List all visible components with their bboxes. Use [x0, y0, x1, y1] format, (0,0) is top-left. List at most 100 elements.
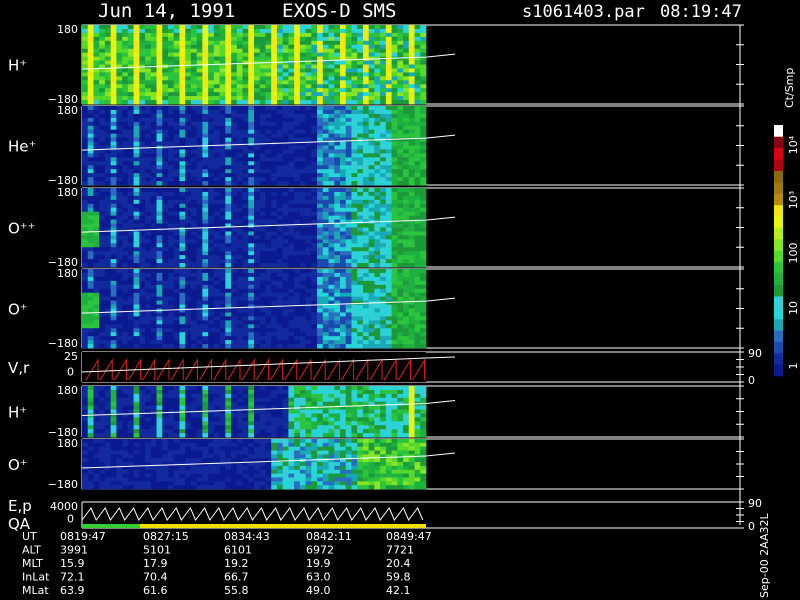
heatmap-cell — [202, 125, 209, 131]
heatmap-cell — [133, 52, 140, 57]
heatmap-cell — [362, 68, 370, 73]
heatmap-cell — [225, 288, 232, 294]
heatmap-cell — [116, 405, 123, 410]
heatmap-cell — [248, 312, 255, 317]
heatmap-cell — [328, 203, 335, 209]
heatmap-cell — [414, 36, 421, 42]
heatmap-cell — [294, 68, 301, 73]
heatmap-cell — [340, 161, 347, 166]
heatmap-cell — [162, 161, 169, 166]
heatmap-cell — [150, 40, 157, 46]
heatmap-cell — [208, 344, 215, 349]
heatmap-cell — [340, 191, 347, 197]
heatmap-cell — [271, 52, 278, 57]
heatmap-cell — [368, 195, 375, 201]
heatmap-cell — [122, 52, 129, 57]
heatmap-cell — [168, 106, 175, 111]
heatmap-cell — [254, 113, 261, 119]
heatmap-cell — [340, 145, 347, 150]
heatmap-cell — [362, 195, 370, 201]
heatmap-cell — [93, 52, 100, 57]
heatmap-cell — [196, 36, 203, 42]
heatmap-cell — [368, 332, 375, 337]
heatmap-cell — [259, 235, 266, 240]
heatmap-cell — [173, 296, 180, 301]
heatmap-cell — [150, 336, 157, 341]
heatmap-cell — [380, 272, 387, 278]
heatmap-cell — [362, 332, 370, 337]
heatmap-cell — [305, 25, 312, 30]
heatmap-cell — [271, 100, 278, 105]
heatmap-cell — [127, 88, 134, 93]
heatmap-cell — [104, 125, 112, 131]
heatmap-cell — [408, 100, 415, 105]
heatmap-cell — [99, 36, 106, 42]
heatmap-cell — [391, 203, 398, 209]
heatmap-cell — [351, 223, 358, 228]
heatmap-cell — [345, 92, 352, 97]
heatmap-cell — [150, 88, 157, 93]
heatmap-cell — [288, 292, 295, 298]
heatmap-cell — [225, 80, 232, 85]
heatmap-cell — [122, 199, 129, 205]
heatmap-cell — [190, 28, 198, 34]
heatmap-cell — [345, 320, 352, 325]
heatmap-cell — [385, 153, 392, 158]
heatmap-cell — [179, 203, 186, 209]
heatmap-cell — [133, 211, 140, 217]
heatmap-cell — [391, 121, 398, 127]
heatmap-cell — [179, 312, 186, 317]
heatmap-cell — [317, 259, 324, 264]
heatmap-cell — [391, 109, 398, 115]
heatmap-cell — [276, 203, 284, 209]
heatmap-cell — [288, 44, 295, 50]
heatmap-cell — [391, 259, 398, 264]
heatmap-cell — [288, 243, 295, 248]
heatmap-cell — [345, 284, 352, 290]
heatmap-cell — [340, 340, 347, 345]
heatmap-cell — [179, 215, 186, 220]
heatmap-cell — [104, 292, 112, 298]
heatmap-cell — [185, 80, 192, 85]
heatmap-cell — [231, 129, 238, 135]
heatmap-cell — [145, 28, 152, 34]
heatmap-cell — [150, 48, 157, 54]
heatmap-cell — [299, 96, 306, 101]
heatmap-cell — [145, 76, 152, 81]
heatmap-cell — [328, 276, 335, 282]
heatmap-cell — [391, 157, 398, 162]
heatmap-cell — [299, 191, 306, 197]
heatmap-cell — [403, 92, 410, 97]
heatmap-cell — [248, 68, 255, 73]
heatmap-cell — [294, 137, 301, 142]
heatmap-cell — [139, 173, 146, 178]
heatmap-cell — [139, 84, 146, 89]
heatmap-cell — [311, 324, 318, 329]
heatmap-cell — [299, 292, 306, 298]
heatmap-cell — [322, 320, 329, 325]
heatmap-cell — [276, 235, 284, 240]
heatmap-cell — [265, 308, 272, 313]
heatmap-cell — [334, 195, 341, 201]
heatmap-cell — [87, 251, 94, 256]
heatmap-cell — [408, 296, 415, 301]
heatmap-cell — [104, 243, 112, 248]
heatmap-cell — [276, 340, 284, 345]
heatmap-cell — [116, 88, 123, 93]
heatmap-cell — [345, 113, 352, 119]
heatmap-cell — [104, 68, 112, 73]
heatmap-cell — [145, 272, 152, 278]
heatmap-cell — [420, 36, 427, 42]
heatmap-cell — [150, 106, 157, 111]
heatmap-cell — [139, 133, 146, 138]
heatmap-cell — [133, 44, 140, 50]
heatmap-cell — [242, 137, 249, 142]
heatmap-cell — [208, 165, 215, 170]
heatmap-cell — [99, 133, 106, 138]
heatmap-cell — [299, 215, 306, 220]
heatmap-cell — [168, 336, 175, 341]
heatmap-cell — [179, 28, 186, 34]
heatmap-cell — [403, 80, 410, 85]
heatmap-cell — [236, 292, 243, 298]
heatmap-cell — [248, 137, 255, 142]
